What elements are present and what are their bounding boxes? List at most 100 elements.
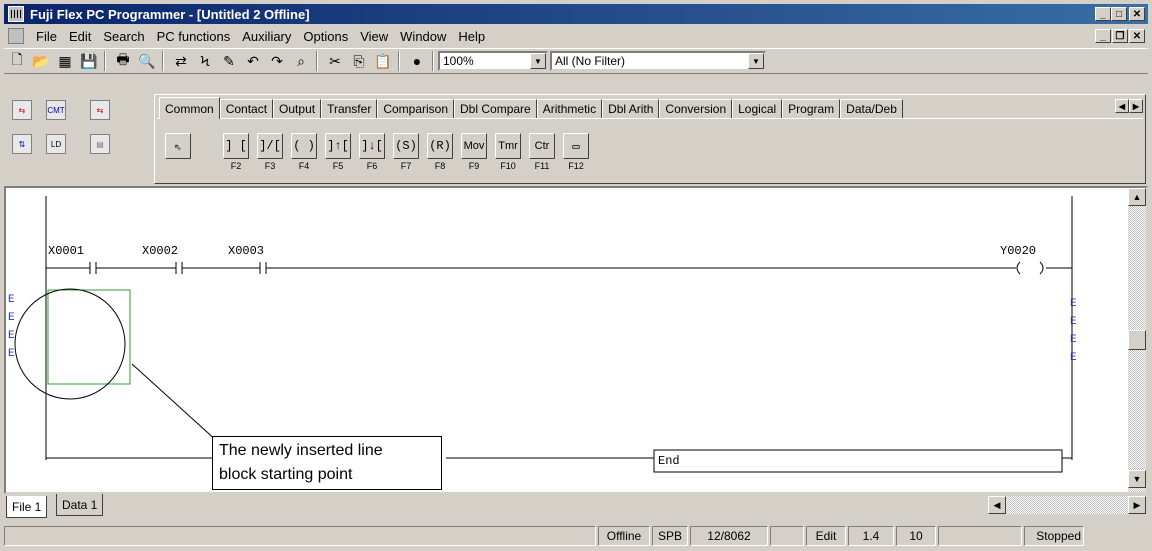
- tab-conversion[interactable]: Conversion: [659, 99, 733, 119]
- menu-search[interactable]: Search: [103, 29, 144, 44]
- error-mark: E: [8, 348, 15, 360]
- transfer-icon[interactable]: ⇄: [170, 51, 192, 71]
- comment-io-icon[interactable]: CMT: [46, 100, 66, 120]
- status-steps: 12/8062: [690, 526, 768, 546]
- coil-button[interactable]: ( ): [291, 133, 317, 159]
- chevron-down-icon[interactable]: ▼: [748, 53, 764, 69]
- paste-icon[interactable]: 📋: [372, 51, 394, 71]
- function-block-button[interactable]: ▭: [563, 133, 589, 159]
- menu-view[interactable]: View: [360, 29, 388, 44]
- undo-icon[interactable]: ↶: [242, 51, 264, 71]
- status-state: Stopped: [1024, 526, 1084, 546]
- sheet-tab-file-1[interactable]: File 1: [6, 496, 48, 518]
- menu-options[interactable]: Options: [303, 29, 348, 44]
- app-icon: [8, 6, 24, 22]
- sheet-tab-data-1[interactable]: Data 1: [56, 494, 104, 516]
- tab-scroll-right-button[interactable]: ▶: [1129, 99, 1143, 113]
- stop-icon[interactable]: ●: [406, 51, 428, 71]
- status-type: SPB: [652, 526, 688, 546]
- sheet-bar: File 1 Data 1 ◀ ▶: [4, 494, 1148, 518]
- tab-dbl-arith[interactable]: Dbl Arith: [602, 99, 660, 119]
- save-icon[interactable]: 💾: [78, 51, 100, 71]
- scroll-thumb[interactable]: [1128, 330, 1146, 350]
- delete-line-icon[interactable]: ⇆: [90, 100, 110, 120]
- tab-scroll-left-button[interactable]: ◀: [1115, 99, 1129, 113]
- chevron-down-icon[interactable]: ▼: [530, 53, 546, 69]
- layout-icon[interactable]: ▤: [90, 134, 110, 154]
- tab-data-debug[interactable]: Data/Deb: [840, 99, 903, 119]
- doc-minimize-button[interactable]: _: [1095, 29, 1111, 43]
- callout-line-1: The newly inserted line: [219, 442, 383, 459]
- contact-label-2: X0002: [142, 244, 179, 258]
- plc-icon[interactable]: ▦: [54, 51, 76, 71]
- reset-coil-button[interactable]: (R): [427, 133, 453, 159]
- tab-output[interactable]: Output: [273, 99, 322, 119]
- error-mark: E: [1070, 352, 1077, 364]
- tab-logical[interactable]: Logical: [732, 99, 783, 119]
- ld-or-icon[interactable]: LD: [46, 134, 66, 154]
- vertical-scrollbar[interactable]: ▲ ▼: [1128, 188, 1146, 492]
- status-mode: Offline: [598, 526, 650, 546]
- copy-icon[interactable]: ⎘: [348, 51, 370, 71]
- find-icon[interactable]: ⌕: [290, 51, 312, 71]
- menu-pc-functions[interactable]: PC functions: [157, 29, 231, 44]
- set-coil-button[interactable]: (S): [393, 133, 419, 159]
- menu-edit[interactable]: Edit: [69, 29, 91, 44]
- timer-button[interactable]: Tmr: [495, 133, 521, 159]
- insert-block-icon[interactable]: ⇅: [12, 134, 32, 154]
- monitor-icon[interactable]: Ϟ: [194, 51, 216, 71]
- contact-label-3: X0003: [228, 244, 265, 258]
- new-file-icon[interactable]: 🗋: [6, 51, 28, 71]
- doc-close-button[interactable]: ✕: [1129, 29, 1145, 43]
- end-instruction[interactable]: End: [658, 454, 680, 468]
- falling-edge-button[interactable]: ]↓[: [359, 133, 385, 159]
- mov-button[interactable]: Mov: [461, 133, 487, 159]
- open-folder-icon[interactable]: 📂: [30, 51, 52, 71]
- doc-restore-button[interactable]: ❐: [1112, 29, 1128, 43]
- cut-icon[interactable]: ✂: [324, 51, 346, 71]
- scroll-down-icon[interactable]: ▼: [1128, 470, 1146, 488]
- tab-arithmetic[interactable]: Arithmetic: [536, 99, 603, 119]
- tab-dbl-compare[interactable]: Dbl Compare: [454, 99, 537, 119]
- filter-select[interactable]: All (No Filter) ▼: [550, 51, 766, 71]
- no-contact-button[interactable]: ] [: [223, 133, 249, 159]
- menu-auxiliary[interactable]: Auxiliary: [242, 29, 291, 44]
- error-mark: E: [1070, 298, 1077, 310]
- menu-window[interactable]: Window: [400, 29, 446, 44]
- scroll-up-icon[interactable]: ▲: [1128, 188, 1146, 206]
- nc-contact-button[interactable]: ]/[: [257, 133, 283, 159]
- tab-common[interactable]: Common: [159, 97, 220, 119]
- document-icon[interactable]: [8, 28, 24, 44]
- tab-transfer[interactable]: Transfer: [321, 99, 378, 119]
- tab-comparison[interactable]: Comparison: [377, 99, 455, 119]
- tab-program[interactable]: Program: [782, 99, 841, 119]
- menu-help[interactable]: Help: [458, 29, 485, 44]
- close-button[interactable]: ✕: [1129, 7, 1145, 21]
- rising-edge-button[interactable]: ]↑[: [325, 133, 351, 159]
- minimize-button[interactable]: _: [1095, 7, 1111, 21]
- main-toolbar: 🗋 📂 ▦ 💾 🖶 🔍 ⇄ Ϟ ✎ ↶ ↷ ⌕ ✂ ⎘ 📋 ● 100% ▼ A…: [4, 48, 1148, 74]
- horizontal-scrollbar[interactable]: ◀ ▶: [988, 496, 1146, 514]
- redo-icon[interactable]: ↷: [266, 51, 288, 71]
- scroll-left-icon[interactable]: ◀: [988, 496, 1006, 514]
- pointer-icon[interactable]: ⇖: [165, 133, 191, 159]
- tab-contact[interactable]: Contact: [219, 99, 274, 119]
- ladder-diagram: [14, 196, 1073, 473]
- insert-line-icon[interactable]: ⇆: [12, 100, 32, 120]
- scroll-right-icon[interactable]: ▶: [1128, 496, 1146, 514]
- ladder-editor[interactable]: X0001 X0002 X0003 Y0020 E E E E E E E E …: [4, 186, 1148, 494]
- zoom-select[interactable]: 100% ▼: [438, 51, 548, 71]
- menu-bar: File Edit Search PC functions Auxiliary …: [4, 26, 1148, 46]
- menu-file[interactable]: File: [36, 29, 57, 44]
- error-mark: E: [1070, 316, 1077, 328]
- status-edit: Edit: [806, 526, 846, 546]
- print-preview-icon[interactable]: 🔍: [136, 51, 158, 71]
- coil-label: Y0020: [1000, 244, 1037, 258]
- callout-line-2: block starting point: [219, 466, 353, 483]
- print-icon[interactable]: 🖶: [112, 51, 134, 71]
- counter-button[interactable]: Ctr: [529, 133, 555, 159]
- maximize-button[interactable]: □: [1111, 7, 1127, 21]
- edit-mode-icon[interactable]: ✎: [218, 51, 240, 71]
- instruction-toolbar: ⇆ CMT ⇆ ⇅ LD ▤ Common Contact Output Tra…: [4, 76, 1148, 186]
- error-mark: E: [8, 312, 15, 324]
